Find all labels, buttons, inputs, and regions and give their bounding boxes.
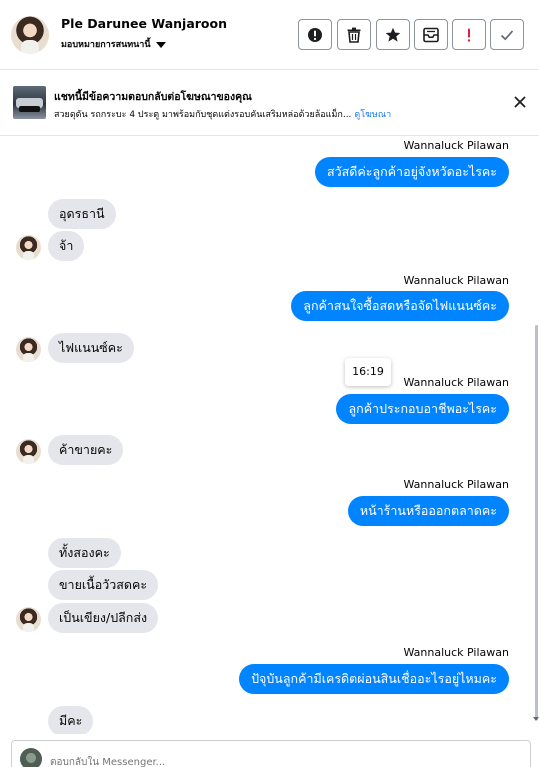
mark-done-button[interactable] — [490, 19, 524, 50]
view-ad-link[interactable]: ดูโฆษณา — [354, 110, 391, 120]
info-icon — [308, 27, 322, 42]
outgoing-message[interactable]: ลูกค้าประกอบอาชีพอะไรคะ — [336, 394, 509, 424]
timestamp-tooltip: 16:19 — [345, 358, 391, 386]
archive-button[interactable] — [414, 19, 448, 50]
message-sender-name: Wannaluck Pilawan — [403, 646, 510, 659]
message-sender-name: Wannaluck Pilawan — [403, 139, 510, 152]
scrollbar-thumb[interactable] — [535, 325, 538, 720]
message-sender-name: Wannaluck Pilawan — [403, 478, 510, 491]
mark-important-button[interactable] — [452, 19, 486, 50]
incoming-message[interactable]: ขายเนื้อวัวสดคะ — [48, 570, 159, 600]
assign-conversation-label: มอบหมายการสนทนานี้ — [61, 40, 151, 50]
ad-reply-banner: แชทนี้มีข้อความตอบกลับต่อโฆษณาของคุณ สวย… — [0, 71, 539, 136]
banner-title: แชทนี้มีข้อความตอบกลับต่อโฆษณาของคุณ — [54, 91, 252, 103]
message-thread[interactable]: Wannaluck Pilawan สวัสดีค่ะลูกค้าอยู่จัง… — [0, 137, 539, 734]
incoming-message[interactable]: จ้า — [48, 231, 85, 261]
incoming-message[interactable]: ไฟแนนซ์คะ — [48, 333, 134, 363]
archive-icon — [423, 27, 439, 42]
contact-avatar-small — [16, 337, 41, 362]
delete-button[interactable] — [337, 19, 371, 50]
close-icon — [514, 96, 526, 108]
star-icon — [385, 27, 401, 42]
message-sender-name: Wannaluck Pilawan — [403, 274, 510, 287]
chevron-down-icon — [155, 41, 166, 48]
outgoing-message[interactable]: สวัสดีค่ะลูกค้าอยู่จังหวัดอะไรคะ — [314, 157, 509, 187]
contact-avatar-small — [16, 235, 41, 260]
scroll-down-arrow-icon[interactable] — [533, 717, 539, 721]
incoming-message[interactable]: ค้าขายคะ — [48, 435, 124, 465]
conversation-header: Ple Darunee Wanjaroon มอบหมายการสนทนานี้ — [0, 0, 539, 70]
contact-avatar-small — [16, 439, 41, 464]
star-button[interactable] — [376, 19, 410, 50]
contact-avatar[interactable] — [11, 16, 49, 54]
page-avatar — [20, 748, 42, 767]
reply-input[interactable] — [50, 753, 510, 767]
incoming-message[interactable]: เป็นเขียง/ปลีกส่ง — [48, 603, 159, 633]
incoming-message[interactable]: ทั้งสองคะ — [48, 538, 121, 568]
close-banner-button[interactable] — [510, 92, 530, 112]
ad-thumbnail[interactable] — [13, 86, 46, 119]
outgoing-message[interactable]: ลูกค้าสนใจซื้อสดหรือจัดไฟแนนซ์คะ — [291, 291, 509, 321]
spam-report-button[interactable] — [298, 19, 332, 50]
outgoing-message[interactable]: ปัจุบันลูกค้ามีเครดิตผ่อนสินเชื่ออะไรอยู… — [239, 664, 509, 694]
outgoing-message[interactable]: หน้าร้านหรือออกตลาดคะ — [347, 496, 509, 526]
contact-name[interactable]: Ple Darunee Wanjaroon — [61, 16, 227, 31]
banner-description: สวยดุดัน รถกระบะ 4 ประตู มาพร้อมกับชุดแต… — [54, 107, 391, 121]
contact-avatar-small — [16, 607, 41, 632]
check-icon — [500, 29, 514, 40]
assign-conversation-dropdown[interactable]: มอบหมายการสนทนานี้ — [61, 37, 166, 51]
message-sender-name: Wannaluck Pilawan — [403, 376, 510, 389]
exclamation-icon — [467, 28, 471, 42]
incoming-message[interactable]: อุดรธานี — [48, 199, 116, 229]
trash-icon — [347, 27, 361, 43]
reply-composer[interactable] — [11, 740, 531, 767]
incoming-message[interactable]: มีคะ — [48, 706, 94, 734]
banner-description-text: สวยดุดัน รถกระบะ 4 ประตู มาพร้อมกับชุดแต… — [54, 110, 352, 120]
